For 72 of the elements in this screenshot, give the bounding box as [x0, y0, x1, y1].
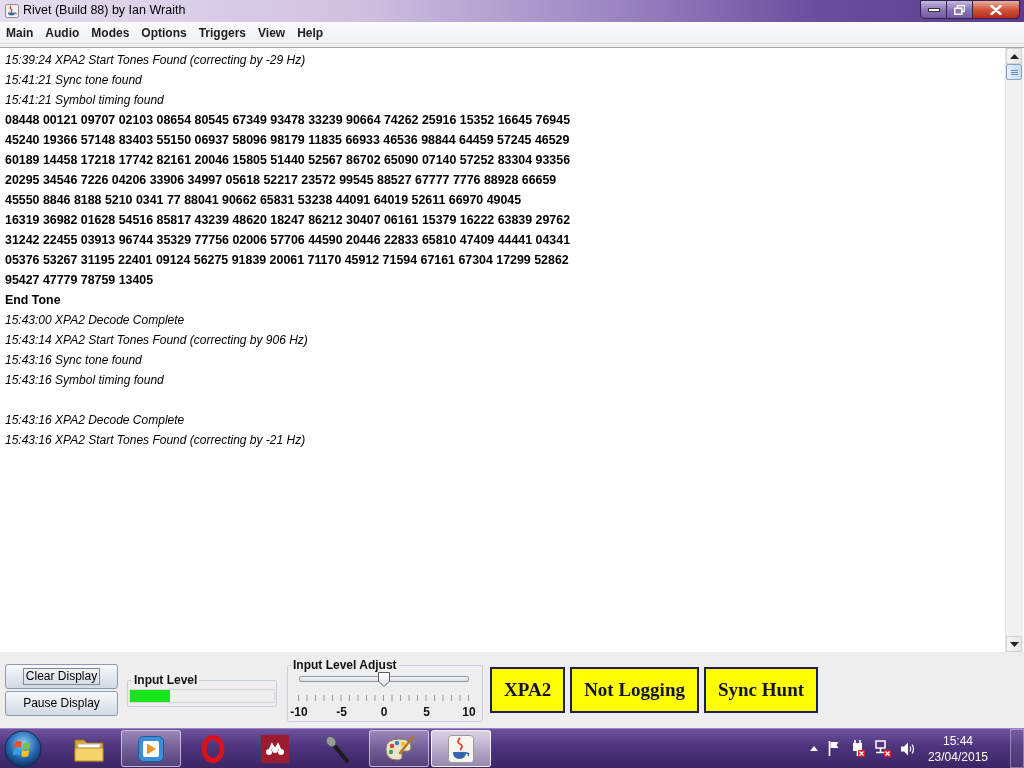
coffee-cup-icon: [448, 734, 474, 763]
log-line: 60189 14458 17218 17742 82161 20046 15805 51440 52567 86702 65090 07140 57252 83304 93356: [5, 152, 571, 169]
coffee-cup-icon: [5, 4, 19, 18]
log-line: 95427 47779 78759 13405: [5, 272, 154, 289]
slider-thumb[interactable]: [378, 672, 390, 687]
down-arrow-icon: [1009, 641, 1019, 647]
scroll-down-button[interactable]: [1006, 636, 1022, 652]
window-title: Rivet (Build 88) by Ian Wraith: [23, 2, 186, 19]
menu-item[interactable]: View: [252, 23, 292, 42]
flag-icon[interactable]: [827, 741, 840, 756]
scroll-thumb[interactable]: [1006, 64, 1022, 80]
log-line: 05376 53267 31195 22401 09124 56275 91839 20061 71170 45912 71594 67161 67304 17299 52862: [5, 252, 569, 269]
tick-label: 10: [461, 705, 477, 719]
log-line: 31242 22455 03913 96744 35329 77756 02006 57706 44590 20446 22833 65810 47409 44441 04341: [5, 232, 571, 249]
log-line: 45550 8846 8188 5210 0341 77 88041 90662 65831 53238 44091 64019 52611 66970 49045: [5, 192, 522, 209]
start-button[interactable]: [3, 729, 43, 768]
log-line: 15:43:16 Sync tone found: [5, 352, 142, 369]
clock-date: 23/04/2015: [927, 748, 988, 765]
menu-item[interactable]: Triggers: [192, 23, 253, 42]
log-line: 15:43:16 Symbol timing found: [5, 372, 164, 389]
tick-label: -10: [289, 705, 309, 719]
log-line: 15:41:21 Symbol timing found: [5, 92, 164, 109]
log-line: 15:41:21 Sync tone found: [5, 72, 142, 89]
taskbar-button[interactable]: [431, 730, 491, 767]
log-line: 45240 19366 57148 83403 55150 06937 58096 98179 11835 66933 46536 98844 64459 57245 46529: [5, 132, 570, 149]
ring-icon: [201, 734, 225, 763]
restore-icon: [954, 4, 965, 15]
scroll-up-button[interactable]: [1006, 48, 1022, 64]
action-button[interactable]: Clear Display: [5, 664, 118, 689]
tick-label: 0: [379, 705, 389, 719]
log-line: 15:43:00 XPA2 Decode Complete: [5, 312, 185, 329]
menu-item[interactable]: Modes: [85, 23, 136, 42]
status-indicator: Sync Hunt: [703, 667, 819, 713]
minimize-icon: [927, 7, 940, 12]
scrollbar[interactable]: [1005, 48, 1023, 652]
menu-item[interactable]: Options: [135, 23, 193, 42]
log-line: 16319 36982 01628 54516 85817 43239 48620 18247 86212 30407 06161 15379 16222 63839 29762: [5, 212, 571, 229]
group-title: Input Level Adjust: [292, 658, 398, 672]
network-icon[interactable]: [874, 740, 891, 757]
log-line: 15:43:14 XPA2 Start Tones Found (correcting by 906 Hz): [5, 332, 308, 349]
caret-icon[interactable]: [809, 746, 818, 751]
close-button[interactable]: [973, 0, 1020, 19]
tick-label: 5: [422, 705, 431, 719]
log-line: 15:43:16 XPA2 Decode Complete: [5, 412, 185, 429]
log-line: End Tone: [5, 292, 61, 309]
show-desktop-button[interactable]: [1010, 729, 1024, 768]
restore-button[interactable]: [947, 0, 973, 19]
close-icon: [990, 4, 1002, 15]
microphone-icon: [324, 734, 350, 763]
tick-label: -5: [335, 705, 348, 719]
log-line: 08448 00121 09707 02103 08654 80545 67349 93478 33239 90664 74262 25916 15352 16645 76945: [5, 112, 571, 129]
log-line: 20295 34546 7226 04206 33906 34997 05618 52217 23572 99545 88527 67777 7776 88928 66659: [5, 172, 557, 189]
up-arrow-icon: [1009, 53, 1019, 59]
grip-icon: [1010, 69, 1018, 75]
palette-icon: [383, 734, 415, 763]
taskbar-button[interactable]: [121, 730, 181, 767]
minimize-button[interactable]: [920, 0, 947, 19]
log-line: 15:39:24 XPA2 Start Tones Found (correcting by -29 Hz): [5, 52, 306, 69]
menu-item[interactable]: Help: [291, 23, 330, 42]
dots-tile-icon: [261, 734, 289, 763]
menu-item[interactable]: Audio: [39, 23, 86, 42]
status-indicator: Not Logging: [570, 667, 699, 713]
flag-orb-icon: [4, 729, 42, 768]
status-indicator: XPA2: [490, 667, 566, 713]
log-line: 15:43:16 XPA2 Start Tones Found (correcting by -21 Hz): [5, 432, 306, 449]
clock-time: 15:44: [942, 732, 973, 749]
menu-item[interactable]: Main: [0, 23, 40, 42]
group-title: Input Level: [133, 673, 199, 687]
taskbar-button[interactable]: [369, 730, 429, 767]
play-icon: [138, 735, 164, 762]
speaker-icon[interactable]: [900, 741, 916, 756]
action-button[interactable]: Pause Display: [5, 691, 118, 716]
